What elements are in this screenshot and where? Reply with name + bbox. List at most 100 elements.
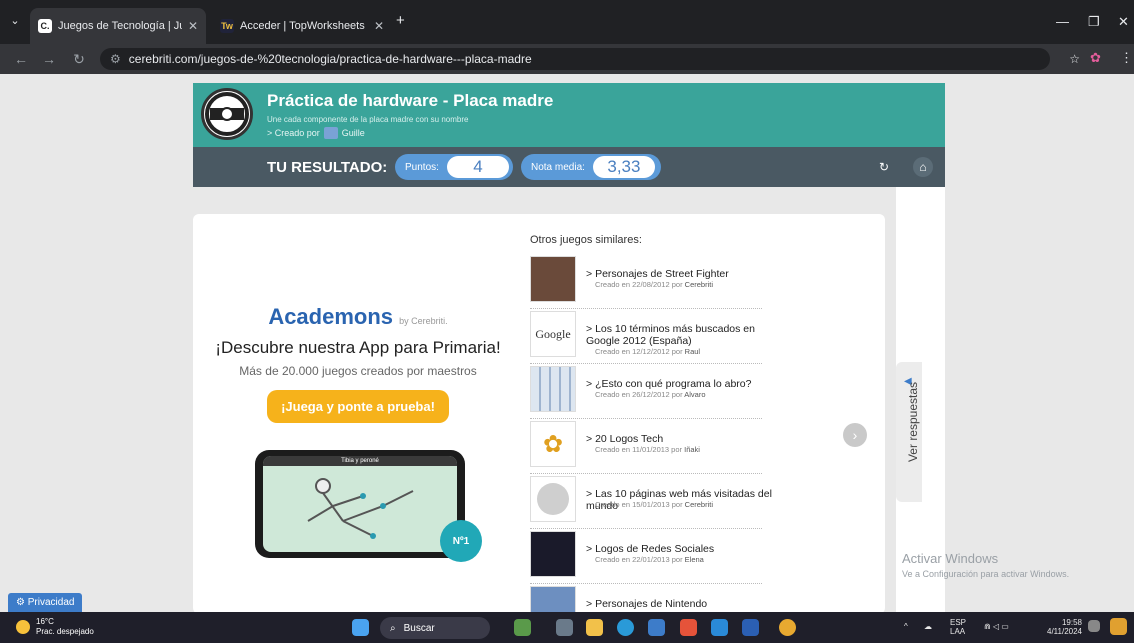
average-pill: Nota media: 3,33 — [521, 154, 661, 180]
points-pill: Puntos: 4 — [395, 154, 513, 180]
browser-tab-bar: ⌄ C. Juegos de Tecnología | Juego d ✕ Tw… — [0, 0, 1134, 44]
item-created: Creado en 22/08/2012 por — [595, 280, 683, 289]
item-author[interactable]: Cerebriti — [685, 280, 713, 289]
item-title: > Logos de Redes Sociales — [586, 543, 715, 555]
item-author[interactable]: Cerebriti — [685, 500, 713, 509]
game-subtitle: Une cada componente de la placa madre co… — [267, 115, 469, 124]
google-thumbnail: Google — [530, 311, 576, 357]
list-item[interactable]: ✿ > 20 Logos Tech Creado en 11/01/2013 p… — [530, 419, 762, 474]
new-tab-button[interactable]: + — [396, 12, 405, 29]
item-title-text: Personajes de Street Fighter — [595, 268, 729, 280]
home-icon[interactable]: ⌂ — [913, 157, 933, 177]
url-input[interactable]: ⚙ cerebriti.com/juegos-de-%20tecnologia/… — [100, 48, 1080, 70]
vscode-icon[interactable] — [711, 619, 728, 636]
ad-subline: Más de 20.000 juegos creados por maestro… — [239, 364, 477, 378]
menu-icon[interactable]: ⋮ — [1120, 50, 1133, 66]
weather-sun-icon — [16, 620, 30, 634]
tab-search-button[interactable]: ⌄ — [4, 14, 26, 27]
item-author[interactable]: Alvaro — [684, 390, 705, 399]
points-value: 4 — [446, 156, 509, 178]
address-bar: ← → ↻ ⚙ cerebriti.com/juegos-de-%20tecno… — [0, 44, 1134, 74]
edge-icon[interactable] — [617, 619, 634, 636]
weather-temp: 16°C — [36, 617, 54, 626]
game-logo-icon — [201, 88, 253, 140]
copilot-icon[interactable] — [1110, 618, 1127, 635]
ver-respuestas-button[interactable]: ◀ Ver respuestas — [896, 362, 922, 502]
item-created: Creado en 26/12/2012 por — [595, 390, 683, 399]
language-indicator[interactable]: ESP LAA — [950, 618, 966, 636]
store-icon[interactable] — [648, 619, 665, 636]
windows-activation-watermark: Activar Windows Ve a Configuración para … — [902, 551, 1069, 579]
wifi-volume-battery-icon[interactable]: ⋒ ◁ ▭ — [984, 622, 1009, 631]
restart-icon[interactable]: ↻ — [874, 157, 894, 177]
list-item[interactable]: > Las 10 páginas web más visitadas del m… — [530, 474, 772, 529]
academons-ad[interactable]: Academons by Cerebriti. ¡Descubre nuestr… — [213, 304, 503, 423]
list-item[interactable]: > ¿Esto con qué programa lo abro? Creado… — [530, 364, 762, 419]
lang-line1: ESP — [950, 618, 967, 627]
list-item[interactable]: > Personajes de Nintendo — [530, 584, 762, 612]
close-icon[interactable]: ✕ — [188, 19, 198, 33]
tab-topworksheets[interactable]: Tw Acceder | TopWorksheets ✕ — [212, 8, 392, 44]
minimize-icon[interactable]: — — [1056, 14, 1069, 29]
clock[interactable]: 19:58 4/11/2024 — [1040, 618, 1082, 636]
item-title-text: 20 Logos Tech — [595, 433, 664, 445]
window-close-icon[interactable]: ✕ — [1118, 14, 1129, 30]
list-item[interactable]: > Personajes de Street Fighter Creado en… — [530, 254, 762, 309]
item-author[interactable]: Raul — [685, 347, 700, 356]
taskbar-search-input[interactable]: ⌕ Buscar — [380, 617, 490, 639]
item-title-text: Los 10 términos más buscados en Google 2… — [586, 323, 755, 347]
phone-screen: Tibia y peroné — [263, 456, 457, 552]
next-arrow-icon[interactable]: › — [843, 423, 867, 447]
item-meta: Creado en 26/12/2012 por Alvaro — [595, 390, 706, 399]
windows-start-icon[interactable] — [352, 619, 369, 636]
tab-title: Acceder | TopWorksheets — [240, 20, 365, 32]
forward-icon[interactable]: → — [38, 51, 60, 67]
average-value: 3,33 — [592, 156, 655, 178]
creator-name[interactable]: Guille — [342, 128, 365, 138]
list-item[interactable]: > Logos de Redes Sociales Creado en 22/0… — [530, 529, 762, 584]
item-created: Creado en 15/01/2013 por — [595, 500, 683, 509]
item-title: > ¿Esto con qué programa lo abro? — [586, 378, 752, 390]
item-title-text: Logos de Redes Sociales — [595, 543, 715, 555]
task-view-icon[interactable] — [556, 619, 573, 636]
tab-title: Juegos de Tecnología | Juego d — [58, 20, 182, 32]
notification-icon[interactable] — [1088, 620, 1100, 632]
phone-illustration: Tibia y peroné — [255, 450, 465, 558]
item-title: > Los 10 términos más buscados en Google… — [586, 323, 755, 347]
similar-games-list: > Personajes de Street Fighter Creado en… — [530, 254, 772, 612]
logos-tech-thumbnail: ✿ — [530, 421, 576, 467]
tray-chevron-icon[interactable]: ^ — [904, 622, 908, 631]
item-title: > Personajes de Nintendo — [586, 598, 708, 610]
back-icon[interactable]: ← — [10, 51, 32, 67]
result-label: TU RESULTADO: — [267, 159, 388, 176]
item-meta: Creado en 12/12/2012 por Raul — [595, 347, 700, 356]
topworksheets-favicon-icon: Tw — [220, 19, 234, 33]
restore-icon[interactable]: ❐ — [1088, 14, 1100, 30]
item-author[interactable]: Elena — [685, 555, 704, 564]
list-item[interactable]: Google > Los 10 términos más buscados en… — [530, 309, 762, 364]
widgets-icon[interactable] — [514, 619, 531, 636]
chrome-icon[interactable] — [779, 619, 796, 636]
file-explorer-icon[interactable] — [586, 619, 603, 636]
social-logos-thumbnail — [530, 531, 576, 577]
site-info-icon[interactable]: ⚙ — [110, 52, 121, 66]
brave-icon[interactable] — [680, 619, 697, 636]
reload-icon[interactable]: ↻ — [68, 51, 90, 68]
similar-games-title: Otros juegos similares: — [530, 234, 642, 246]
weather-widget[interactable]: 16°C Prac. despejado — [16, 617, 94, 637]
bookmark-star-icon[interactable]: ☆ — [1069, 52, 1080, 66]
onedrive-icon[interactable]: ☁ — [924, 622, 932, 631]
creator-avatar[interactable] — [323, 127, 338, 139]
page-viewport: Práctica de hardware - Placa madre Une c… — [0, 74, 1134, 612]
close-icon[interactable]: ✕ — [374, 19, 384, 33]
extension-icon[interactable]: ✿ — [1090, 50, 1101, 66]
tab-cerebriti[interactable]: C. Juegos de Tecnología | Juego d ✕ — [30, 8, 206, 44]
ad-brand-by: by Cerebriti. — [399, 316, 448, 326]
item-meta: Creado en 15/01/2013 por Cerebriti — [595, 500, 713, 509]
ad-cta-button[interactable]: ¡Juega y ponte a prueba! — [267, 390, 449, 423]
privacy-button[interactable]: ⚙ Privacidad — [8, 593, 83, 612]
word-icon[interactable] — [742, 619, 759, 636]
item-title: > 20 Logos Tech — [586, 433, 664, 445]
item-created: Creado en 12/12/2012 por — [595, 347, 683, 356]
item-author[interactable]: Iñaki — [684, 445, 700, 454]
